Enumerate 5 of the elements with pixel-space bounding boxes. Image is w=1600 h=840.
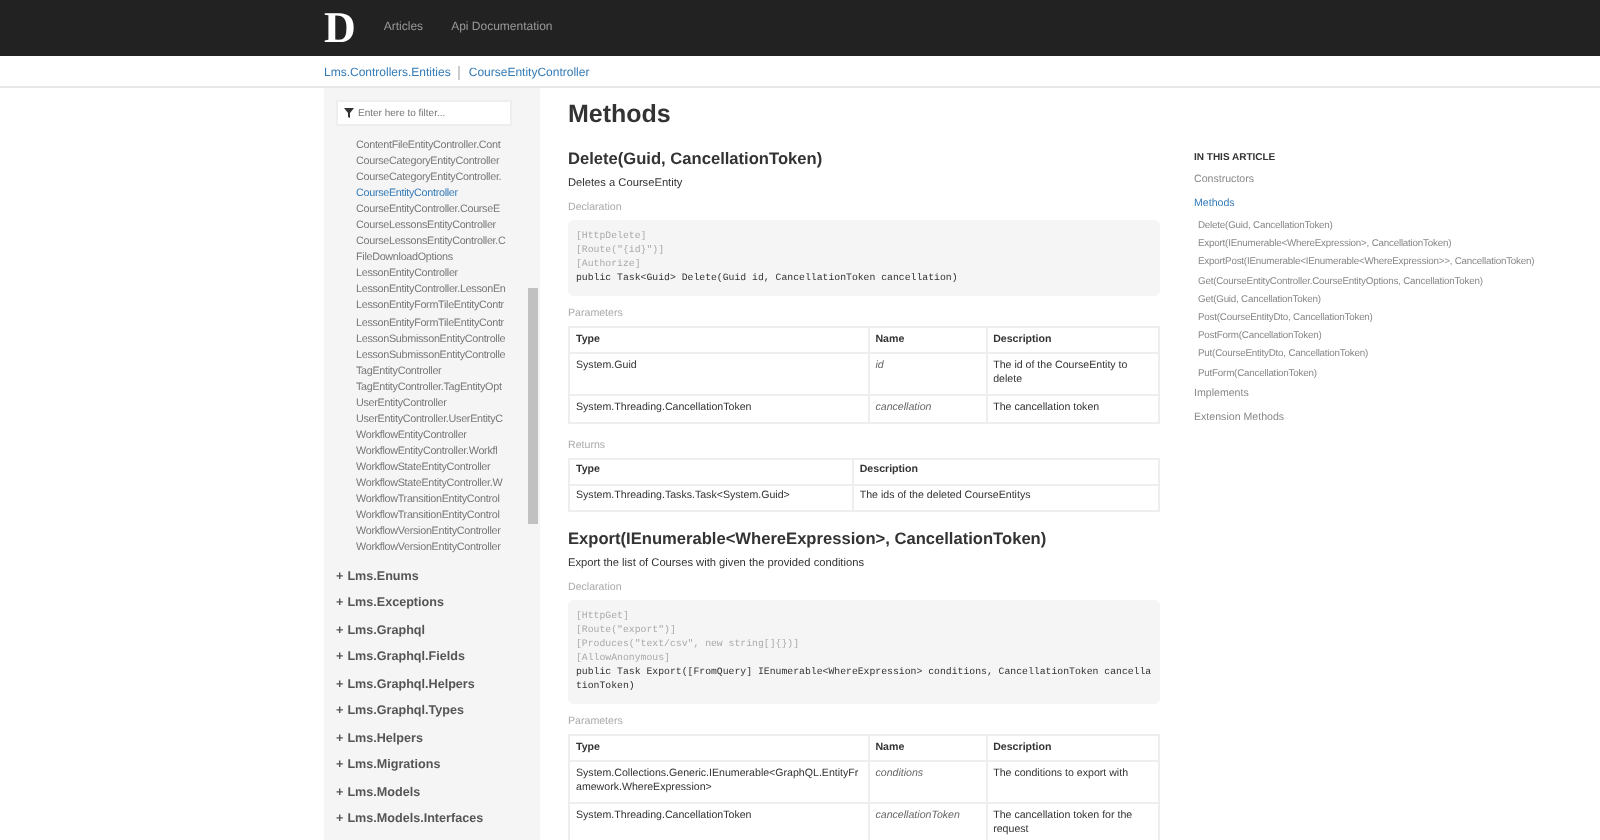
- filter-icon: [344, 108, 354, 118]
- logo[interactable]: D: [324, 6, 356, 50]
- section-title: Methods: [568, 100, 673, 128]
- method-heading: Delete(Guid, CancellationToken): [568, 148, 825, 168]
- method-heading: Export(IEnumerable<WhereExpression>, CancellationToken): [568, 528, 1049, 548]
